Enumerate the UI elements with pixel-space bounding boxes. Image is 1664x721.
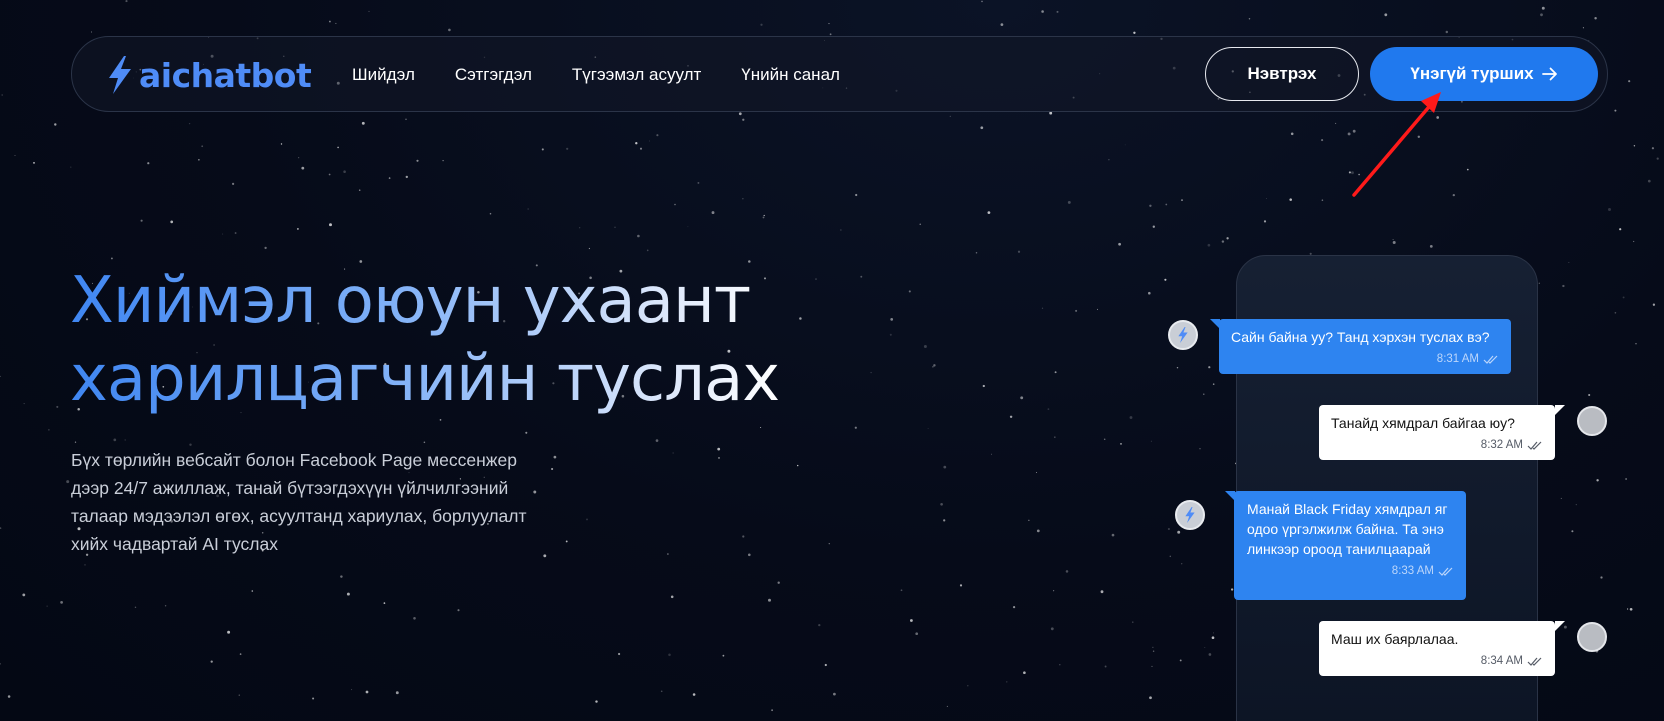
landing-page: aichatbot Шийдэл Сэтгэгдэл Түгээмэл асуу… — [0, 0, 1664, 721]
annotation-arrow — [1352, 92, 1441, 197]
